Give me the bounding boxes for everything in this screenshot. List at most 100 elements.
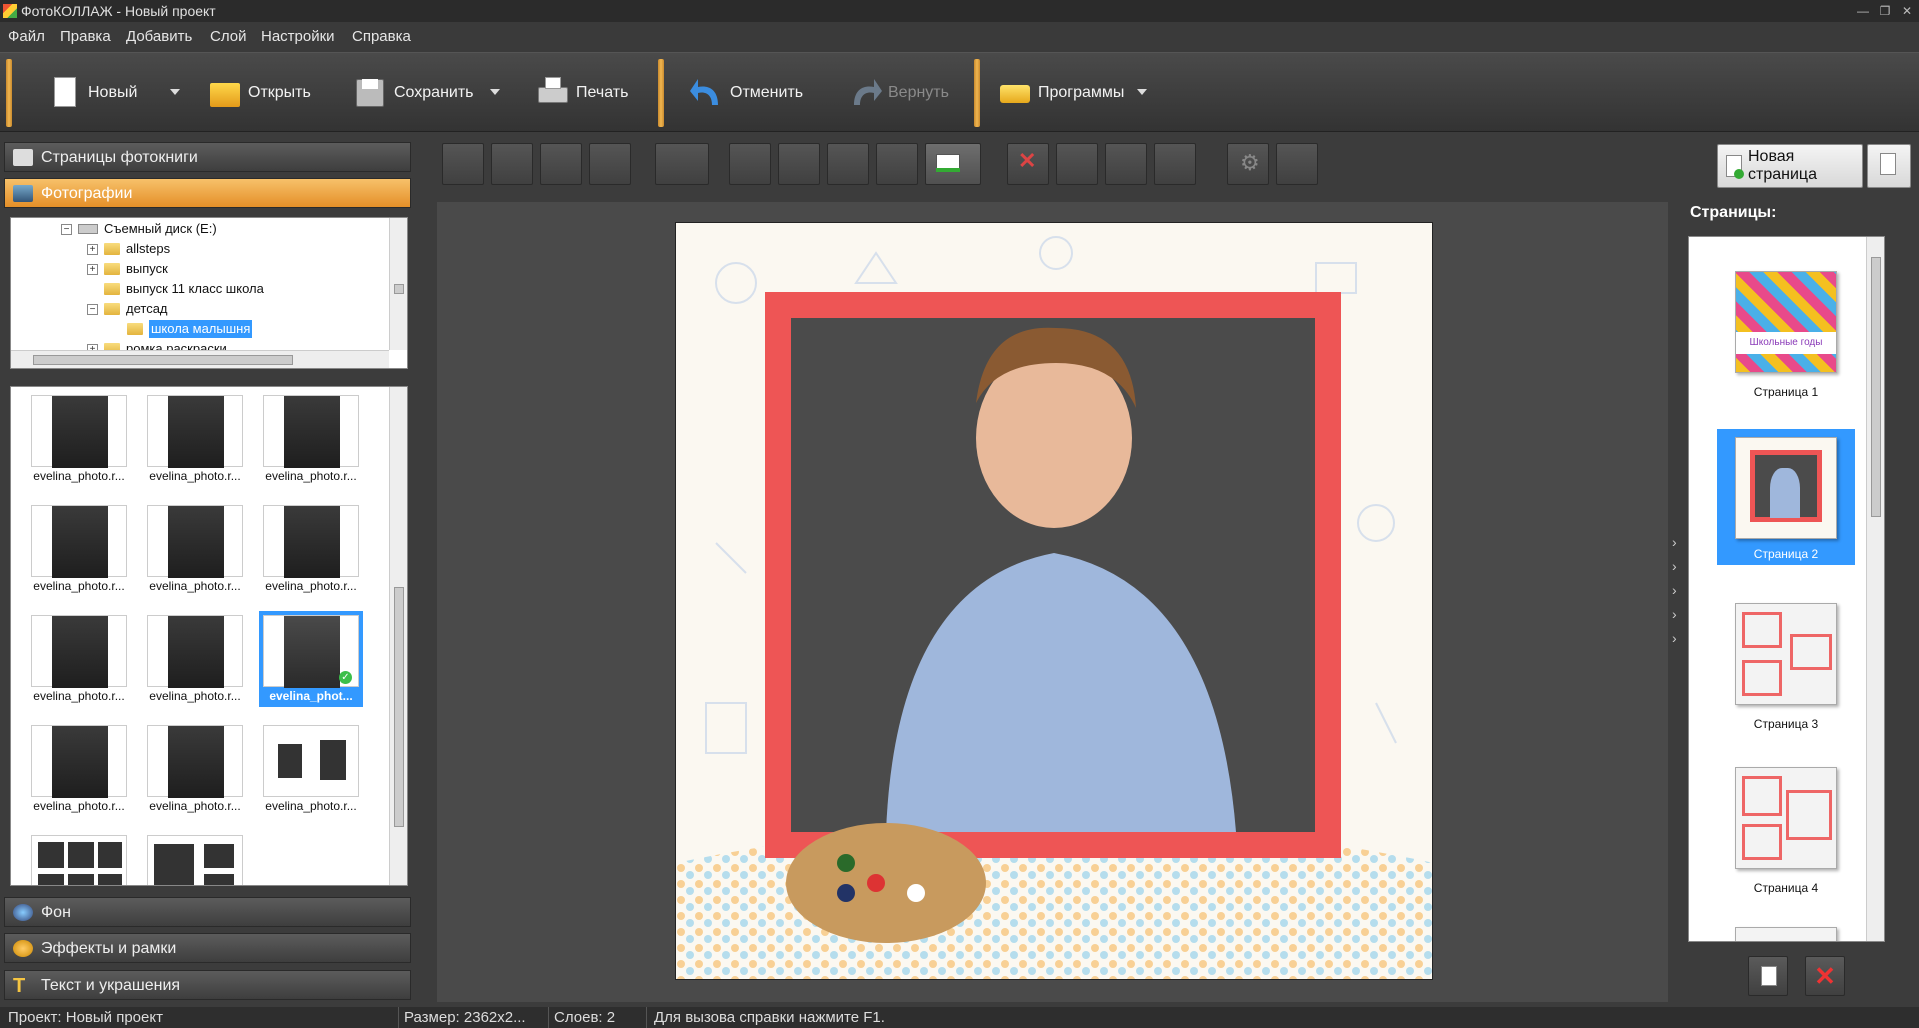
menu-layer[interactable]: Слой [210, 22, 246, 52]
save-button[interactable]: Сохранить [354, 65, 474, 121]
align-icon[interactable] [655, 143, 709, 185]
collage-page-artwork [676, 223, 1432, 979]
lock-icon[interactable] [1276, 143, 1318, 185]
photo-caption: evelina_photo.r... [33, 579, 125, 593]
close-icon[interactable]: ✕ [1896, 0, 1918, 22]
flip-horizontal-icon[interactable] [827, 143, 869, 185]
menu-edit[interactable]: Правка [60, 22, 111, 52]
redo-arrow-icon [848, 75, 882, 111]
tree-item-label: allsteps [126, 241, 171, 256]
undo-button[interactable]: Отменить [690, 65, 803, 121]
photo-thumbnail[interactable]: evelina_photo.r... [27, 391, 131, 487]
flip-vertical-icon[interactable] [876, 143, 918, 185]
photo-thumbnail[interactable] [27, 831, 131, 885]
tree-item[interactable]: − детсад [87, 300, 168, 318]
tree-item-label: Съемный диск (E:) [104, 221, 217, 236]
save-dropdown-icon[interactable] [490, 89, 500, 95]
photo-thumbnail[interactable]: evelina_photo.r... [259, 721, 363, 817]
send-to-back-icon[interactable] [589, 143, 631, 185]
minimize-icon[interactable]: — [1852, 0, 1874, 22]
scroll-thumb[interactable] [1871, 257, 1881, 517]
page-thumbnail-1[interactable]: Школьные годы Страница 1 [1717, 271, 1855, 399]
collapse-icon[interactable]: − [87, 303, 98, 315]
page-thumbnail-3[interactable]: Страница 3 [1717, 603, 1855, 731]
scroll-thumb[interactable] [33, 355, 293, 365]
photo-thumbnail[interactable]: evelina_photo.r... [259, 501, 363, 597]
section-effects-frames[interactable]: Эффекты и рамки [4, 933, 411, 963]
tree-horizontal-scrollbar[interactable] [11, 350, 389, 368]
photo-thumbnail-selected[interactable]: ✓ evelina_phot... [259, 611, 363, 707]
settings-gear-icon[interactable]: ⚙ [1227, 143, 1269, 185]
section-photos[interactable]: Фотографии [4, 178, 411, 208]
section-background[interactable]: Фон [4, 897, 411, 927]
tree-item-label: выпуск 11 класс школа [126, 281, 264, 296]
photo-thumbnail[interactable]: evelina_photo.r... [143, 391, 247, 487]
menu-help[interactable]: Справка [352, 22, 411, 52]
crop-icon[interactable] [1056, 143, 1098, 185]
page-settings-button[interactable] [1867, 144, 1911, 188]
text-t-icon: T [13, 975, 26, 997]
thumbnails-scrollbar[interactable] [389, 387, 407, 885]
layout-image-icon[interactable] [925, 143, 981, 185]
rotate-left-icon[interactable] [729, 143, 771, 185]
tree-item-selected[interactable]: школа малышня [127, 320, 253, 338]
photo-thumbnail[interactable]: evelina_photo.r... [143, 611, 247, 707]
scroll-thumb[interactable] [394, 587, 404, 827]
tree-item[interactable]: + выпуск [87, 260, 168, 278]
section-photobook-pages[interactable]: Страницы фотокниги [4, 142, 411, 172]
pages-scrollbar[interactable] [1866, 237, 1884, 941]
photo-image [263, 395, 359, 468]
bring-to-front-icon[interactable] [442, 143, 484, 185]
photo-caption: evelina_photo.r... [265, 799, 357, 813]
scroll-thumb[interactable] [394, 284, 404, 294]
menu-settings[interactable]: Настройки [261, 22, 335, 52]
programs-button-label: Программы [1038, 84, 1125, 101]
delete-x-icon[interactable]: ✕ [1007, 143, 1049, 185]
print-button[interactable]: Печать [536, 65, 628, 121]
status-size: Размер: 2362x2... [404, 1009, 526, 1026]
toolbar-separator [6, 59, 12, 127]
folder-tree[interactable]: − Съемный диск (E:) + allsteps + выпуск … [10, 217, 408, 369]
mask-icon[interactable] [1154, 143, 1196, 185]
restore-icon[interactable]: ❐ [1874, 0, 1896, 22]
tree-item[interactable]: − Съемный диск (E:) [61, 220, 217, 238]
photo-thumbnail[interactable] [143, 831, 247, 885]
expand-icon[interactable]: + [87, 243, 98, 255]
panel-collapse-arrows-icon[interactable]: › › › › › [1672, 530, 1677, 650]
send-backward-icon[interactable] [540, 143, 582, 185]
photo-image [147, 615, 243, 688]
collapse-icon[interactable]: − [61, 223, 72, 235]
photo-thumbnail[interactable]: evelina_photo.r... [27, 501, 131, 597]
photo-thumbnail[interactable]: evelina_photo.r... [27, 721, 131, 817]
expand-icon[interactable]: + [87, 263, 98, 275]
page-thumbnail-5[interactable] [1717, 927, 1855, 941]
new-document-icon [48, 75, 82, 111]
programs-dropdown-icon[interactable] [1137, 89, 1147, 95]
photo-thumbnail[interactable]: evelina_photo.r... [259, 391, 363, 487]
tree-item[interactable]: + allsteps [87, 240, 170, 258]
open-button[interactable]: Открыть [208, 65, 311, 121]
menu-file[interactable]: Файл [8, 22, 45, 52]
new-page-button[interactable]: Новая страница [1717, 144, 1863, 188]
photo-thumbnail[interactable]: evelina_photo.r... [143, 721, 247, 817]
new-dropdown-icon[interactable] [170, 89, 180, 95]
photo-thumbnail[interactable]: evelina_photo.r... [27, 611, 131, 707]
rotate-right-icon[interactable] [778, 143, 820, 185]
collage-page[interactable] [675, 222, 1433, 980]
status-bar: Проект: Новый проект Размер: 2362x2... С… [0, 1007, 1919, 1028]
bring-forward-icon[interactable] [491, 143, 533, 185]
effects-icon[interactable] [1105, 143, 1147, 185]
page-thumbnail-4[interactable]: Страница 4 [1717, 767, 1855, 895]
programs-button[interactable]: Программы [998, 65, 1124, 121]
redo-button[interactable]: Вернуть [848, 65, 949, 121]
tree-vertical-scrollbar[interactable] [389, 218, 407, 350]
photo-thumbnail[interactable]: evelina_photo.r... [143, 501, 247, 597]
duplicate-page-button[interactable] [1748, 956, 1788, 996]
tree-item[interactable]: выпуск 11 класс школа [104, 280, 264, 298]
menu-add[interactable]: Добавить [126, 22, 192, 52]
new-button[interactable]: Новый [48, 65, 137, 121]
section-text-decor[interactable]: T Текст и украшения [4, 970, 411, 1000]
page-thumbnail-2-selected[interactable]: Страница 2 [1717, 429, 1855, 565]
delete-page-button[interactable]: ✕ [1805, 956, 1845, 996]
toolbar-separator [658, 59, 664, 127]
